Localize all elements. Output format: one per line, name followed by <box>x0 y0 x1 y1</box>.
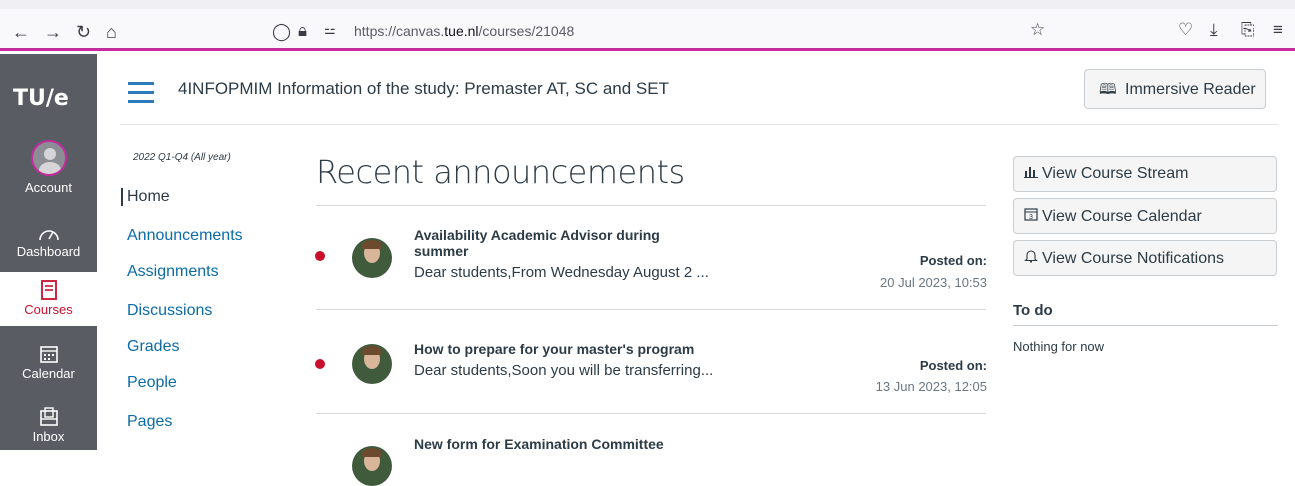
announcement-title[interactable]: Availability Academic Advisor during summ… <box>414 227 660 259</box>
announcement-title[interactable]: How to prepare for your master's program <box>414 341 694 357</box>
calendar-icon: 3 <box>1024 207 1042 224</box>
view-course-calendar-button[interactable]: 3 View Course Calendar <box>1013 198 1277 234</box>
unread-indicator <box>315 251 325 261</box>
bell-icon <box>1024 249 1042 266</box>
button-label: View Course Notifications <box>1042 250 1225 267</box>
course-nav-assignments[interactable]: Assignments <box>127 263 219 281</box>
posted-date: 13 Jun 2023, 12:05 <box>875 379 987 394</box>
todo-empty-message: Nothing for now <box>1013 339 1105 354</box>
permissions-icon[interactable]: ⚍ <box>324 22 336 38</box>
global-nav-label: Inbox <box>32 429 65 444</box>
button-label: View Course Calendar <box>1042 208 1202 225</box>
announcement-snippet: Dear students,From Wednesday August 2 ..… <box>414 264 709 281</box>
courses-icon <box>40 280 57 300</box>
back-icon[interactable]: ← <box>12 22 30 42</box>
download-icon[interactable]: ⤓ <box>1210 20 1218 40</box>
unread-indicator <box>315 359 325 369</box>
course-title[interactable]: 4INFOPMIM Information of the study: Prem… <box>178 79 669 99</box>
bar-chart-icon <box>1024 165 1042 181</box>
shield-icon[interactable]: ◯ <box>272 22 291 42</box>
author-avatar[interactable] <box>352 446 392 486</box>
forward-icon[interactable]: → <box>44 22 62 42</box>
immersive-reader-icon: 🕮︎ <box>1099 81 1117 98</box>
global-nav-courses[interactable]: Courses <box>0 272 97 326</box>
posted-date: 20 Jul 2023, 10:53 <box>880 275 987 290</box>
url-text: https://canvas.tue.nl/courses/21048 <box>354 23 575 39</box>
global-nav-label: Account <box>25 180 72 195</box>
posted-label: Posted on: <box>919 358 987 373</box>
global-nav-label: Calendar <box>22 366 75 381</box>
divider <box>316 309 986 310</box>
global-navigation: TU/e Account Dashboard Courses Calendar … <box>0 54 97 450</box>
pocket-icon[interactable]: ♡ <box>1178 20 1193 40</box>
menu-icon[interactable]: ≡ <box>1273 20 1283 40</box>
tab-strip <box>0 0 1295 9</box>
course-nav-discussions[interactable]: Discussions <box>127 302 212 320</box>
course-nav-announcements[interactable]: Announcements <box>127 227 243 245</box>
hamburger-menu-icon[interactable] <box>128 82 154 109</box>
svg-text:3: 3 <box>1029 214 1033 221</box>
reload-icon[interactable]: ↻ <box>76 22 91 42</box>
page-title: Recent announcements <box>316 153 685 191</box>
announcement-snippet: Dear students,Soon you will be transferr… <box>414 362 714 379</box>
global-nav-dashboard[interactable]: Dashboard <box>0 224 97 259</box>
view-course-stream-button[interactable]: View Course Stream <box>1013 156 1277 192</box>
global-nav-label: Courses <box>24 302 73 317</box>
todo-heading: To do <box>1013 302 1053 319</box>
immersive-reader-button[interactable]: 🕮︎ Immersive Reader <box>1084 69 1266 109</box>
lock-icon[interactable]: 🔒︎ <box>298 21 307 41</box>
view-course-notifications-button[interactable]: View Course Notifications <box>1013 240 1277 276</box>
course-nav-home[interactable]: Home <box>121 188 170 206</box>
divider <box>316 413 986 414</box>
global-nav-calendar[interactable]: Calendar <box>0 344 97 381</box>
global-nav-inbox[interactable]: Inbox <box>0 407 97 444</box>
browser-toolbar: ← → ↻ ⌂ ◯ 🔒︎ ⚍ https://canvas.tue.nl/cou… <box>0 0 1295 51</box>
posted-label: Posted on: <box>919 253 987 268</box>
bookmark-star-icon[interactable]: ☆ <box>1030 20 1045 40</box>
todo-divider <box>1013 325 1278 326</box>
home-icon[interactable]: ⌂ <box>106 22 117 42</box>
course-nav-people[interactable]: People <box>127 374 177 392</box>
global-nav-label: Dashboard <box>16 244 81 259</box>
extensions-icon[interactable]: ⎘ <box>1241 20 1255 40</box>
immersive-reader-label: Immersive Reader <box>1125 81 1256 98</box>
author-avatar[interactable] <box>352 344 392 384</box>
course-nav-pages[interactable]: Pages <box>127 413 172 431</box>
course-nav-grades[interactable]: Grades <box>127 338 179 356</box>
calendar-icon <box>39 346 58 363</box>
dashboard-icon <box>38 230 59 241</box>
avatar <box>30 140 67 176</box>
global-nav-account[interactable]: Account <box>0 140 97 195</box>
header-divider <box>120 124 1278 125</box>
divider <box>316 205 986 206</box>
button-label: View Course Stream <box>1042 165 1189 182</box>
tue-logo[interactable]: TU/e <box>13 86 69 111</box>
address-bar[interactable]: ◯ 🔒︎ ⚍ https://canvas.tue.nl/courses/210… <box>270 20 1030 44</box>
author-avatar[interactable] <box>352 238 392 278</box>
course-term: 2022 Q1-Q4 (All year) <box>133 152 231 163</box>
inbox-icon <box>39 407 58 426</box>
